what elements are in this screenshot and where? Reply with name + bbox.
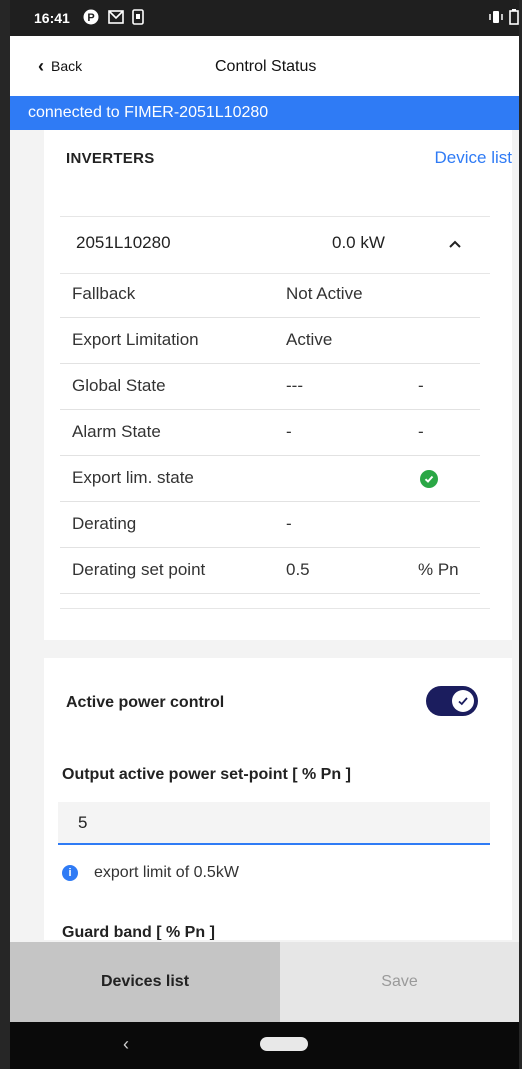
bottom-action-bar: Devices list Save: [10, 942, 519, 1022]
detail-label: Derating set point: [72, 560, 206, 579]
inverter-id: 2051L10280: [76, 233, 171, 252]
detail-value: 0.5: [286, 560, 310, 579]
detail-row-export-limitation: Export Limitation Active: [60, 318, 480, 364]
detail-row-export-lim-state: Export lim. state: [60, 456, 480, 502]
detail-value: Not Active: [286, 284, 363, 303]
device-frame-left: [0, 0, 10, 1069]
detail-extra: -: [418, 422, 424, 441]
info-icon: i: [62, 865, 78, 881]
system-back-icon[interactable]: ‹: [123, 1034, 129, 1055]
info-message: i export limit of 0.5kW: [62, 864, 239, 882]
detail-value: -: [286, 514, 292, 533]
detail-row-derating: Derating -: [60, 502, 480, 548]
detail-label: Export Limitation: [72, 330, 199, 349]
inverter-row[interactable]: 2051L10280 0.0 kW: [60, 216, 490, 274]
device-list-link[interactable]: Device list: [435, 148, 512, 168]
inverters-heading: INVERTERS: [66, 150, 155, 167]
setpoint-label: Output active power set-point [ % Pn ]: [62, 766, 351, 783]
svg-text:P: P: [87, 12, 94, 24]
status-bar: 16:41 P: [10, 0, 519, 36]
save-button[interactable]: Save: [280, 942, 519, 1022]
connection-banner: connected to FIMER-2051L10280: [10, 96, 519, 130]
detail-row-fallback: Fallback Not Active: [60, 272, 480, 318]
back-button[interactable]: ‹ Back: [38, 56, 83, 76]
vibrate-icon: [488, 9, 504, 25]
back-label: Back: [51, 58, 83, 74]
detail-extra: % Pn: [418, 560, 459, 579]
detail-label: Fallback: [72, 284, 136, 303]
detail-extra: -: [418, 376, 424, 395]
detail-label: Global State: [72, 376, 166, 395]
inverter-detail-table: Fallback Not Active Export Limitation Ac…: [60, 272, 480, 594]
detail-row-derating-set-point: Derating set point 0.5 % Pn: [60, 548, 480, 594]
detail-row-alarm-state: Alarm State - -: [60, 410, 480, 456]
active-power-control-label: Active power control: [66, 694, 225, 711]
page-title: Control Status: [215, 58, 317, 75]
status-time: 16:41: [34, 10, 70, 26]
active-power-toggle[interactable]: [426, 686, 478, 716]
gmail-icon: [108, 9, 124, 25]
inverter-power: 0.0 kW: [332, 233, 385, 252]
active-power-card: Active power control Output active power…: [44, 658, 512, 940]
home-pill-icon[interactable]: [260, 1037, 308, 1051]
inverters-card: INVERTERS Device list 2051L10280 0.0 kW …: [44, 130, 512, 640]
check-circle-icon: [420, 470, 438, 488]
phone-icon: [132, 9, 144, 25]
detail-label: Derating: [72, 514, 137, 533]
p-icon: P: [83, 9, 99, 25]
detail-value: Active: [286, 330, 333, 349]
info-text: export limit of 0.5kW: [94, 864, 239, 881]
battery-icon: [509, 9, 519, 25]
system-navigation-bar: ‹: [10, 1022, 519, 1069]
chevron-left-icon: ‹: [38, 56, 44, 76]
detail-label: Export lim. state: [72, 468, 194, 487]
devices-list-button[interactable]: Devices list: [10, 942, 280, 1022]
navigation-bar: ‹ Back Control Status: [10, 36, 519, 96]
check-icon: [452, 690, 474, 712]
detail-value: ---: [286, 376, 303, 395]
chevron-up-icon[interactable]: [444, 233, 466, 255]
detail-value: -: [286, 422, 292, 441]
setpoint-input[interactable]: [58, 802, 490, 845]
guard-band-label: Guard band [ % Pn ]: [62, 924, 215, 940]
detail-label: Alarm State: [72, 422, 161, 441]
divider: [60, 608, 490, 609]
content-scroll-area[interactable]: INVERTERS Device list 2051L10280 0.0 kW …: [10, 130, 519, 940]
detail-row-global-state: Global State --- -: [60, 364, 480, 410]
